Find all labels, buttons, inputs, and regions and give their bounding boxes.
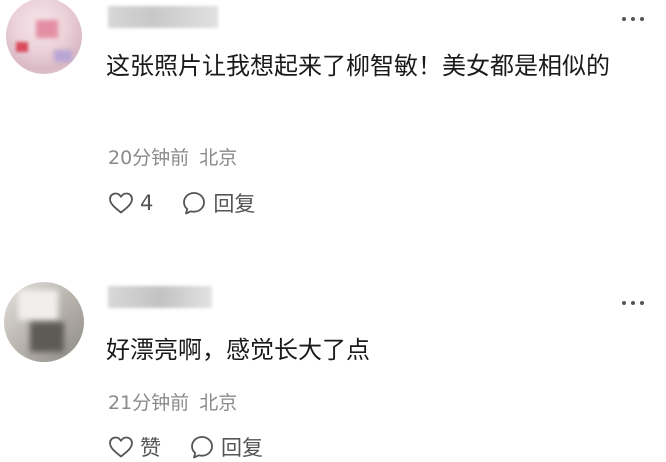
comment-time: 21分钟前 [108, 392, 190, 414]
comment-text: 好漂亮啊，感觉长大了点 [106, 336, 370, 364]
like-label: 赞 [140, 436, 161, 460]
comment-item: 好漂亮啊，感觉长大了点 21分钟前 北京 赞 回复 [0, 262, 666, 460]
comment-item: 这张照片让我想起来了柳智敏！美女都是相似的 20分钟前 北京 4 回复 [0, 0, 666, 262]
comment-location: 北京 [199, 392, 238, 414]
reply-button[interactable]: 回复 [181, 188, 255, 218]
reply-label: 回复 [213, 192, 256, 216]
heart-outline-icon [109, 192, 133, 214]
avatar[interactable] [4, 282, 84, 362]
username-blurred[interactable] [108, 286, 212, 308]
comment-meta: 21分钟前 北京 [108, 388, 237, 415]
like-button[interactable]: 赞 [108, 432, 161, 462]
comment-actions: 赞 回复 [108, 432, 263, 462]
more-options-icon[interactable] [622, 16, 644, 22]
comment-meta: 20分钟前 北京 [108, 143, 237, 170]
more-options-icon[interactable] [622, 300, 644, 306]
username-blurred[interactable] [108, 6, 218, 28]
comment-text: 这张照片让我想起来了柳智敏！美女都是相似的 [106, 52, 610, 80]
comment-actions: 4 回复 [108, 188, 255, 218]
heart-outline-icon [109, 436, 133, 458]
speech-bubble-icon [191, 436, 213, 459]
like-button[interactable]: 4 [108, 191, 153, 215]
avatar[interactable] [6, 0, 82, 74]
comment-time: 20分钟前 [108, 147, 190, 169]
comment-location: 北京 [199, 147, 238, 169]
speech-bubble-icon [183, 192, 206, 215]
reply-label: 回复 [221, 436, 263, 460]
reply-button[interactable]: 回复 [189, 432, 263, 462]
like-count: 4 [140, 191, 154, 215]
